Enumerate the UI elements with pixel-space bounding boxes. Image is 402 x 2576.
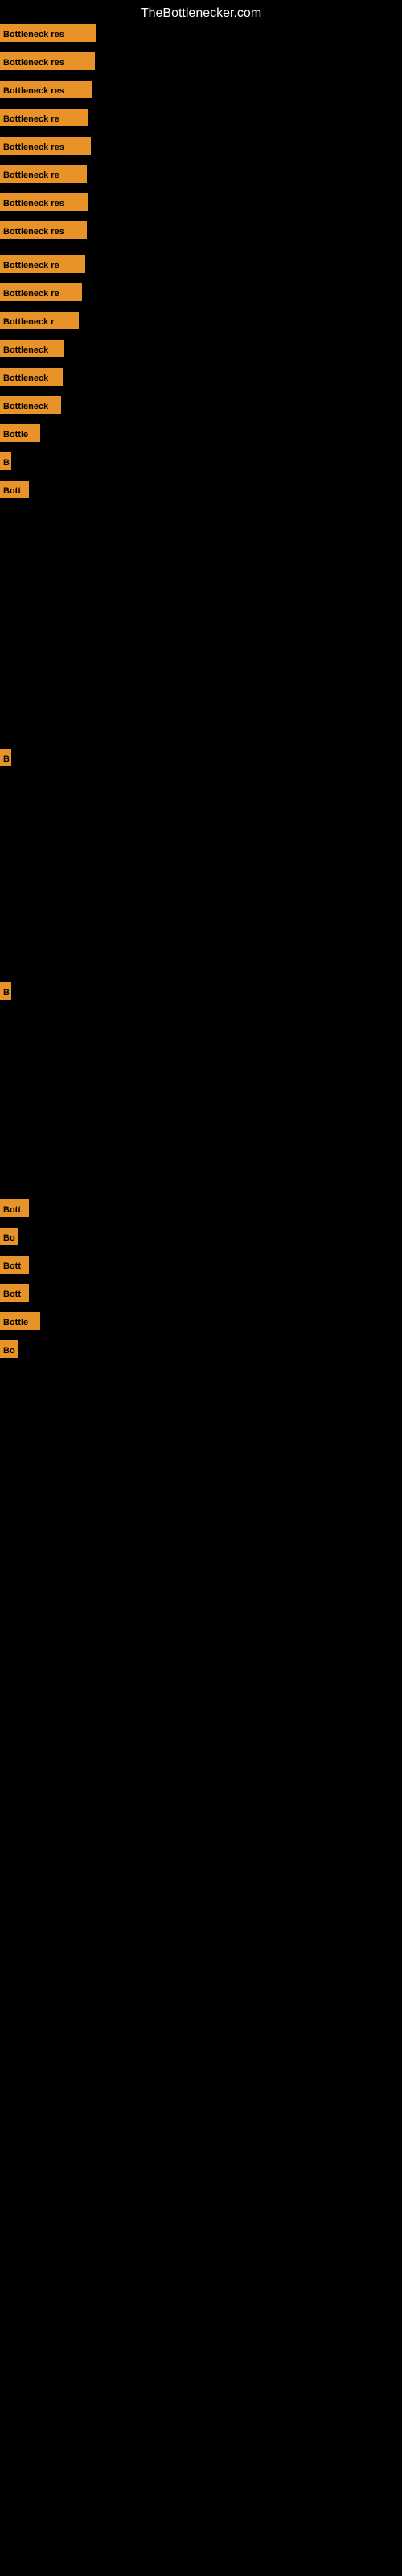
bottleneck-label-2: Bottleneck res	[0, 52, 95, 70]
bottleneck-label-20: Bott	[0, 1199, 29, 1217]
bottleneck-label-1: Bottleneck res	[0, 24, 96, 42]
bottleneck-label-6: Bottleneck re	[0, 165, 87, 183]
bottleneck-label-22: Bott	[0, 1256, 29, 1274]
bottleneck-label-7: Bottleneck res	[0, 193, 88, 211]
bottleneck-label-15: Bottle	[0, 424, 40, 442]
bottleneck-label-9: Bottleneck re	[0, 255, 85, 273]
bottleneck-label-10: Bottleneck re	[0, 283, 82, 301]
bottleneck-label-11: Bottleneck r	[0, 312, 79, 329]
bottleneck-label-3: Bottleneck res	[0, 80, 92, 98]
bottleneck-label-5: Bottleneck res	[0, 137, 91, 155]
bottleneck-label-12: Bottleneck	[0, 340, 64, 357]
bottleneck-label-24: Bottle	[0, 1312, 40, 1330]
bottleneck-label-23: Bott	[0, 1284, 29, 1302]
bottleneck-label-8: Bottleneck res	[0, 221, 87, 239]
bottleneck-label-13: Bottleneck	[0, 368, 63, 386]
site-title: TheBottlenecker.com	[0, 0, 402, 27]
bottleneck-label-25: Bo	[0, 1340, 18, 1358]
bottleneck-label-17: Bott	[0, 481, 29, 498]
bottleneck-label-19: B	[0, 982, 11, 1000]
bottleneck-label-21: Bo	[0, 1228, 18, 1245]
bottleneck-label-4: Bottleneck re	[0, 109, 88, 126]
bottleneck-label-14: Bottleneck	[0, 396, 61, 414]
bottleneck-label-18: B	[0, 749, 11, 766]
bottleneck-label-16: B	[0, 452, 11, 470]
